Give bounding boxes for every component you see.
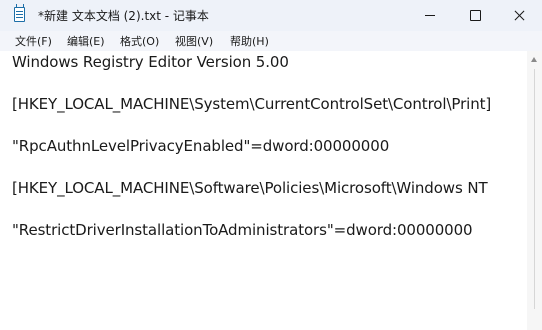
- editor-line: "RpcAuthnLevelPrivacyEnabled"=dword:0000…: [12, 137, 390, 155]
- menu-help[interactable]: 帮助(H): [230, 33, 269, 49]
- editor-line: Windows Registry Editor Version 5.00: [12, 53, 289, 71]
- scrollbar-track[interactable]: [534, 69, 535, 309]
- close-icon: [514, 10, 525, 21]
- close-button[interactable]: [496, 0, 542, 31]
- menu-edit[interactable]: 编辑(E): [67, 33, 105, 49]
- minimize-icon: [425, 15, 435, 16]
- text-editor-area[interactable]: Windows Registry Editor Version 5.00 [HK…: [0, 51, 527, 330]
- menu-format[interactable]: 格式(O): [120, 33, 159, 49]
- editor-line: [HKEY_LOCAL_MACHINE\Software\Policies\Mi…: [12, 179, 488, 197]
- editor-line: "RestrictDriverInstallationToAdministrat…: [12, 221, 473, 239]
- menu-view[interactable]: 视图(V): [175, 33, 213, 49]
- notepad-window: *新建 文本文档 (2).txt - 记事本 文件(F) 编辑(E) 格式(O)…: [0, 0, 542, 330]
- minimize-button[interactable]: [406, 0, 454, 31]
- menu-file[interactable]: 文件(F): [15, 33, 52, 49]
- window-title: *新建 文本文档 (2).txt - 记事本: [38, 9, 209, 23]
- maximize-icon: [469, 10, 481, 21]
- editor-line: [HKEY_LOCAL_MACHINE\System\CurrentContro…: [12, 95, 492, 113]
- title-bar[interactable]: *新建 文本文档 (2).txt - 记事本: [0, 0, 542, 31]
- vertical-scrollbar[interactable]: [527, 51, 542, 330]
- notepad-icon: [14, 4, 25, 22]
- scroll-up-arrow-icon[interactable]: [531, 57, 537, 62]
- maximize-button[interactable]: [451, 0, 499, 31]
- menu-bar: 文件(F) 编辑(E) 格式(O) 视图(V) 帮助(H): [0, 31, 542, 51]
